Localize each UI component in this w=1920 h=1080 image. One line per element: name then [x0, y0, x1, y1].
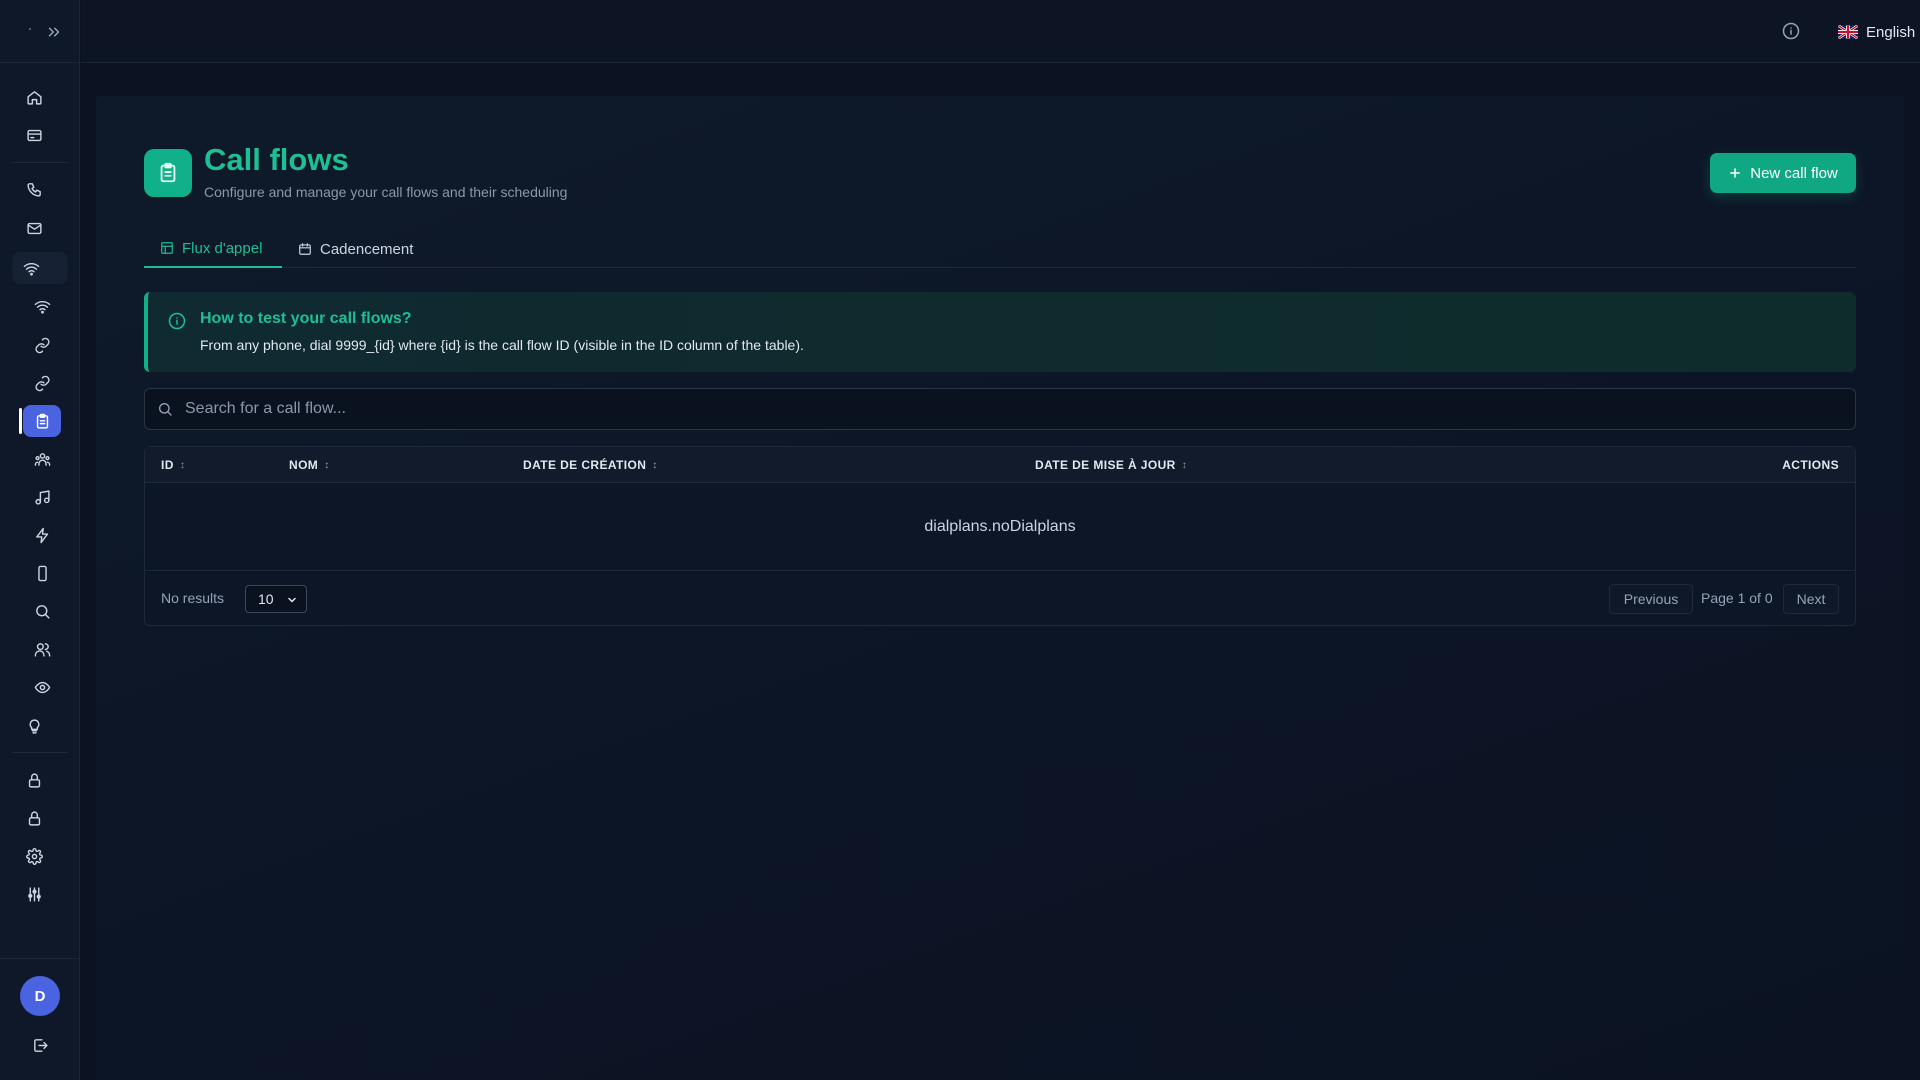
language-selector[interactable]: English: [1838, 20, 1920, 44]
column-header-date-mise-a-jour[interactable]: DATE DE MISE À JOUR ↕: [1035, 447, 1187, 483]
tab-label: Flux d'appel: [182, 239, 263, 257]
sidebar: D: [0, 0, 80, 1080]
link-icon[interactable]: [23, 329, 61, 361]
page-size-value: 10: [258, 591, 274, 607]
billing-icon[interactable]: [15, 119, 53, 151]
column-header-date-creation[interactable]: DATE DE CRÉATION ↕: [523, 447, 658, 483]
search-icon[interactable]: [23, 595, 61, 627]
calendar-icon: [298, 242, 312, 256]
column-label: ID: [161, 458, 174, 472]
search-input[interactable]: [185, 389, 1835, 429]
alert-text: From any phone, dial 9999_{id} where {id…: [200, 337, 804, 353]
column-label: DATE DE MISE À JOUR: [1035, 458, 1176, 472]
expand-sidebar-icon[interactable]: [43, 21, 65, 43]
users-icon[interactable]: [23, 633, 61, 665]
eye-icon[interactable]: [23, 671, 61, 703]
lock-icon[interactable]: [15, 802, 53, 834]
wifi-icon[interactable]: [12, 252, 68, 284]
previous-page-button[interactable]: Previous: [1609, 584, 1693, 614]
info-icon: [168, 312, 186, 330]
layout-icon: [160, 241, 174, 255]
call-flows-table: ID ↕ NOM ↕ DATE DE CRÉATION ↕ DATE DE MISE …: [144, 446, 1856, 626]
avatar[interactable]: D: [20, 976, 60, 1016]
team-icon[interactable]: [23, 443, 61, 475]
music-icon[interactable]: [23, 481, 61, 513]
chevron-down-icon: [286, 593, 298, 605]
page-title: Call flows: [204, 142, 349, 177]
clipboard-icon: [144, 149, 192, 197]
tabs: Flux d'appel Cadencement: [144, 230, 1856, 268]
bulb-icon[interactable]: [15, 710, 53, 742]
topbar: English: [81, 0, 1920, 63]
table-footer: No results 10 Previous Page 1 of 0 Next: [145, 572, 1855, 626]
mail-icon[interactable]: [15, 212, 53, 244]
link-icon[interactable]: [23, 367, 61, 399]
wifi-icon[interactable]: [23, 290, 61, 322]
active-indicator: [19, 408, 22, 434]
lightning-icon[interactable]: [23, 519, 61, 551]
tab-cadencement[interactable]: Cadencement: [282, 230, 429, 268]
sort-icon: ↕: [1181, 459, 1188, 471]
page-info: Page 1 of 0: [1701, 590, 1773, 606]
alert-title: How to test your call flows?: [200, 310, 412, 327]
tab-label: Cadencement: [320, 240, 414, 258]
plus-icon: [1728, 166, 1742, 180]
search-icon: [157, 401, 173, 417]
results-count: No results: [161, 590, 225, 606]
phone-icon[interactable]: [15, 173, 53, 205]
tab-flux-appel[interactable]: Flux d'appel: [144, 230, 282, 268]
sliders-icon[interactable]: [15, 878, 53, 910]
logout-icon[interactable]: [21, 1029, 59, 1061]
sort-icon: ↕: [179, 459, 186, 471]
info-icon[interactable]: [1782, 22, 1800, 40]
sidebar-divider: [12, 752, 68, 753]
column-label: DATE DE CRÉATION: [523, 458, 647, 472]
column-label: NOM: [289, 458, 319, 472]
home-icon[interactable]: [15, 81, 53, 113]
page-subtitle: Configure and manage your call flows and…: [204, 184, 568, 200]
sidebar-divider: [0, 958, 80, 959]
language-label: English: [1866, 23, 1916, 41]
sort-icon: ↕: [652, 459, 658, 471]
smartphone-icon[interactable]: [23, 557, 61, 589]
next-page-button[interactable]: Next: [1783, 584, 1839, 614]
column-header-nom[interactable]: NOM ↕: [289, 447, 330, 483]
info-alert: How to test your call flows? From any ph…: [144, 292, 1856, 372]
new-call-flow-button[interactable]: New call flow: [1710, 153, 1856, 193]
column-label: ACTIONS: [1782, 458, 1839, 472]
clipboard-icon[interactable]: [23, 405, 61, 437]
uk-flag-icon: [1838, 25, 1858, 39]
column-header-actions: ACTIONS: [1782, 447, 1839, 483]
table-header: ID ↕ NOM ↕ DATE DE CRÉATION ↕ DATE DE MISE …: [145, 447, 1855, 483]
sidebar-header: [0, 0, 79, 63]
lock-icon[interactable]: [15, 764, 53, 796]
new-call-flow-label: New call flow: [1750, 164, 1838, 182]
column-header-id[interactable]: ID ↕: [161, 447, 185, 483]
sidebar-divider: [12, 162, 68, 163]
sort-icon: ↕: [324, 459, 330, 471]
empty-state: dialplans.noDialplans: [145, 483, 1855, 571]
page-size-select[interactable]: 10: [245, 585, 307, 613]
logo-dot: [29, 28, 31, 30]
search-box: [144, 388, 1856, 430]
gear-icon[interactable]: [15, 840, 53, 872]
